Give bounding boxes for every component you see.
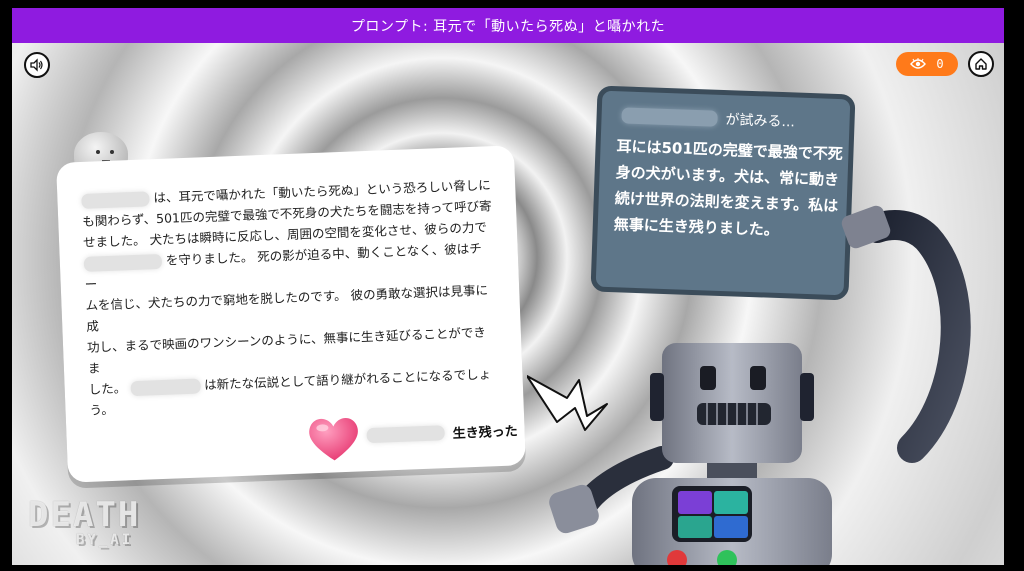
- prompt-bar: プロンプト: 耳元で「動いたら死ぬ」と囁かれた: [12, 8, 1004, 43]
- result-label: 生き残った: [452, 424, 518, 442]
- home-button[interactable]: [968, 51, 994, 77]
- viewer-count-badge[interactable]: 0: [896, 52, 958, 76]
- viewer-count: 0: [936, 57, 944, 71]
- sound-button[interactable]: [24, 52, 50, 78]
- robot-character: [549, 205, 971, 565]
- story-card: は、耳元で囁かれた「動いたら死ぬ」という恐ろしい脅しに も関わらず、501匹の完…: [56, 145, 526, 483]
- player-name-blur: [129, 378, 201, 397]
- player-name-blur: [366, 425, 445, 444]
- avatar-eye: [110, 150, 114, 154]
- story-text: は、耳元で囁かれた「動いたら死ぬ」という恐ろしい脅しに も関わらず、501匹の完…: [81, 174, 500, 421]
- story-line: は新たな伝説として語り継がれることになるでしょ: [203, 366, 492, 393]
- story-line: した。: [88, 380, 127, 397]
- player-name-blur: [81, 191, 150, 209]
- logo-title: DEATH: [28, 495, 141, 535]
- home-icon: [975, 58, 987, 70]
- avatar-eye: [96, 150, 100, 154]
- thought-header-text: が試みる...: [725, 112, 796, 131]
- result-row: 生き残った: [366, 420, 518, 445]
- game-stage: プロンプト: 耳元で「動いたら死ぬ」と囁かれた 0 は、耳元で囁かれた「動いたら…: [12, 8, 1004, 565]
- eye-icon: [910, 58, 927, 69]
- speaker-icon: [30, 58, 43, 72]
- thought-header: が試みる...: [621, 105, 795, 131]
- game-logo: DEATH BY_AI: [28, 498, 140, 548]
- heart-icon: [309, 418, 358, 461]
- player-name-blur: [621, 107, 718, 127]
- story-line: う。: [89, 401, 115, 418]
- prompt-text: プロンプト: 耳元で「動いたら死ぬ」と囁かれた: [350, 18, 666, 35]
- logo-subtitle: BY_AI: [76, 532, 134, 548]
- player-name-blur: [83, 253, 163, 272]
